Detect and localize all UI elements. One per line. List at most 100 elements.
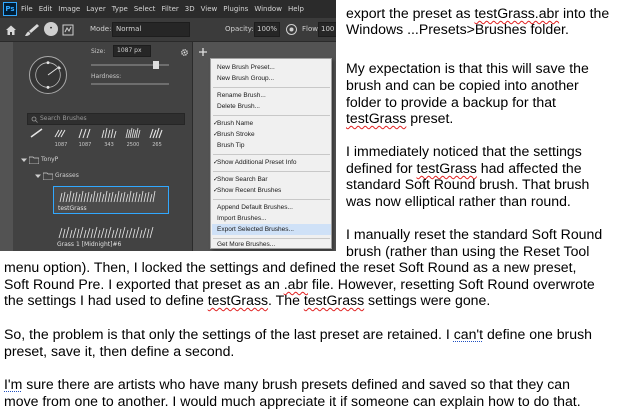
misspelled-word: testGrass (207, 292, 269, 308)
menu-filter[interactable]: Filter (161, 5, 178, 13)
text-line: brush and can be copied into another (346, 77, 579, 93)
brush-folder-grasses[interactable]: Grasses (31, 170, 187, 182)
menu-file[interactable]: File (21, 5, 33, 13)
text-run: . The (268, 292, 304, 308)
menu-3d[interactable]: 3D (185, 5, 195, 13)
text-run: defined for (346, 160, 417, 176)
menu-item-brush-name[interactable]: ✓ Brush Name (212, 118, 331, 129)
menu-separator (213, 199, 330, 200)
search-brushes-input[interactable]: Search Brushes (27, 113, 185, 125)
brush-preset-grass1[interactable]: Grass 1 [Midnight]#6 (53, 223, 169, 250)
grammar-flagged-word: can't (453, 326, 484, 342)
folder-icon (29, 156, 39, 164)
menu-separator (213, 171, 330, 172)
recent-brush-size: 2500 (126, 142, 140, 148)
home-icon[interactable] (5, 24, 17, 36)
recent-brush[interactable]: 2500 (123, 126, 143, 148)
mode-select[interactable]: Normal (112, 22, 190, 37)
recent-brush-size: 343 (104, 142, 114, 148)
preset-label: testGrass (58, 205, 87, 212)
text-line: defined for testGrass had affected the (346, 160, 582, 176)
gear-icon[interactable] (180, 48, 189, 57)
menu-item-delete-brush[interactable]: Delete Brush... (212, 101, 331, 112)
size-label: Size: (91, 48, 106, 55)
text-line: move from one to another. I would much a… (4, 393, 581, 409)
brush-size-badge[interactable]: • (44, 22, 58, 36)
menu-item-label: Brush Stroke (217, 131, 255, 138)
menu-item-brush-stroke[interactable]: ✓ Brush Stroke (212, 129, 331, 140)
brush-stroke-icon (101, 127, 117, 139)
opacity-field[interactable]: 100% (254, 22, 280, 37)
recent-brush[interactable]: 343 (99, 126, 119, 148)
text-line: So, the problem is that only the setting… (4, 326, 592, 342)
recent-brush-size: 265 (152, 142, 162, 148)
plus-icon[interactable] (198, 47, 208, 57)
brush-folder-tonyp[interactable]: TonyP (17, 154, 187, 166)
recent-brush[interactable] (27, 126, 47, 148)
menu-item-show-additional-preset-info[interactable]: ✓ Show Additional Preset Info (212, 157, 331, 168)
chevron-down-icon[interactable] (35, 173, 41, 179)
menu-layer[interactable]: Layer (86, 5, 106, 13)
menu-item-brush-tip[interactable]: Brush Tip (212, 140, 331, 151)
menu-separator (213, 115, 330, 116)
text-line: Soft Round Pre. I exported that preset a… (4, 276, 595, 292)
brush-panel-flyout-menu: New Brush Preset... New Brush Group... R… (210, 58, 332, 249)
text-line: export the preset as testGrass.abr into … (346, 5, 609, 21)
text-run: the settings I had used to define (4, 292, 208, 308)
recent-brush[interactable]: 265 (147, 126, 167, 148)
size-slider-thumb[interactable] (153, 61, 159, 69)
menu-item-import-brushes[interactable]: Import Brushes... (212, 213, 331, 224)
menu-plugins[interactable]: Plugins (223, 5, 248, 13)
brush-stroke-icon (149, 127, 163, 139)
pressure-opacity-icon[interactable] (285, 23, 298, 36)
menu-item-show-recent-brushes[interactable]: ✓ Show Recent Brushes (212, 185, 331, 196)
menu-bar: Ps File Edit Image Layer Type Select Fil… (0, 0, 336, 18)
misspelled-word: testGrass (303, 292, 365, 308)
brush-tool-icon[interactable] (24, 23, 40, 37)
menu-item-export-selected-brushes[interactable]: Export Selected Brushes... (212, 224, 331, 235)
menu-item-label: Show Additional Preset Info (217, 159, 297, 166)
hardness-slider[interactable] (91, 83, 169, 85)
recent-brush[interactable]: 1087 (75, 126, 95, 148)
brush-preset-panel: Size: 1087 px Hardness: Search Brushes 1… (13, 42, 193, 251)
text-line: the settings I had used to define testGr… (4, 292, 490, 308)
brush-stroke-icon (125, 127, 141, 139)
size-field[interactable]: 1087 px (113, 45, 151, 57)
menu-item-show-search-bar[interactable]: ✓ Show Search Bar (212, 174, 331, 185)
text-run: into the (559, 5, 610, 21)
chevron-down-icon[interactable] (21, 157, 27, 163)
menu-window[interactable]: Window (254, 5, 282, 13)
menu-type[interactable]: Type (112, 5, 128, 13)
menu-item-rename-brush[interactable]: Rename Brush... (212, 90, 331, 101)
menu-item-new-brush-preset[interactable]: New Brush Preset... (212, 62, 331, 73)
menu-image[interactable]: Image (58, 5, 80, 13)
brush-settings-toggle-icon[interactable] (62, 24, 74, 36)
menu-item-new-brush-group[interactable]: New Brush Group... (212, 73, 331, 84)
menu-separator (213, 154, 330, 155)
brush-angle-roundness-widget[interactable] (29, 56, 67, 94)
check-icon: ✓ (213, 120, 219, 127)
text-run: So, the problem is that only the setting… (4, 326, 454, 342)
folder-label: TonyP (41, 156, 59, 163)
menu-help[interactable]: Help (288, 5, 304, 13)
size-slider[interactable] (91, 61, 169, 69)
menu-item-append-default-brushes[interactable]: Append Default Brushes... (212, 202, 331, 213)
text-run: had affected the (476, 160, 582, 176)
check-icon: ✓ (213, 176, 219, 183)
menu-item-label: Show Search Bar (217, 176, 268, 183)
menu-edit[interactable]: Edit (39, 5, 53, 13)
text-line: I manually reset the standard Soft Round (346, 226, 603, 242)
recent-brush[interactable]: 1087 (51, 126, 71, 148)
menu-separator (213, 87, 330, 88)
menu-item-get-more-brushes[interactable]: Get More Brushes... (212, 240, 331, 249)
brush-preset-testgrass[interactable]: testGrass (53, 186, 169, 214)
text-line: I'm sure there are artists who have many… (4, 376, 570, 392)
mode-label: Mode: (90, 25, 112, 33)
options-bar: • Mode: Normal Opacity: 100% Flow: 100 (0, 18, 336, 42)
text-line: folder to provide a backup for that (346, 94, 556, 110)
brush-stroke-preview (58, 226, 154, 239)
menu-select[interactable]: Select (134, 5, 156, 13)
misspelled-word: testGrass (416, 160, 477, 176)
flow-field[interactable]: 100 (318, 22, 336, 37)
menu-view[interactable]: View (201, 5, 218, 13)
